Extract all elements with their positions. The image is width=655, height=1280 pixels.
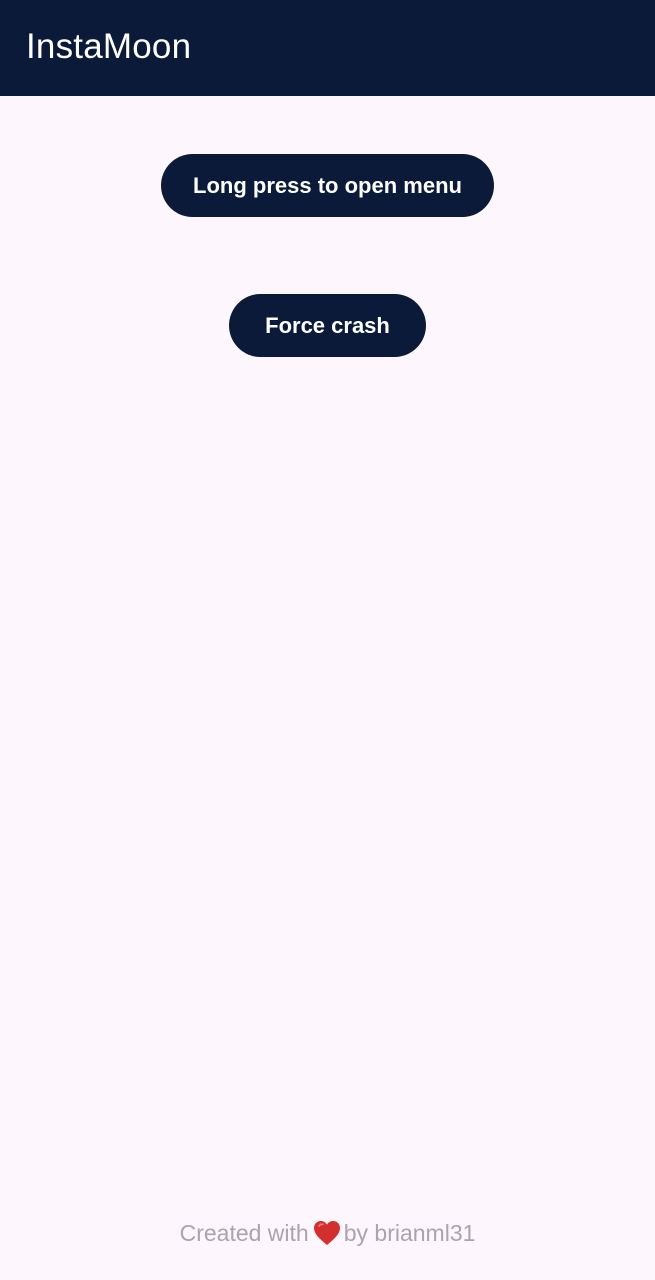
force-crash-button[interactable]: Force crash <box>229 294 426 357</box>
footer-suffix: by brianml31 <box>343 1220 476 1246</box>
app-bar: InstaMoon <box>0 0 655 96</box>
footer-credit: Created with by brianml31 <box>0 1218 655 1248</box>
heart-icon <box>313 1220 341 1246</box>
app-title: InstaMoon <box>26 27 192 66</box>
long-press-menu-button[interactable]: Long press to open menu <box>161 154 494 217</box>
footer-prefix: Created with <box>179 1220 309 1246</box>
